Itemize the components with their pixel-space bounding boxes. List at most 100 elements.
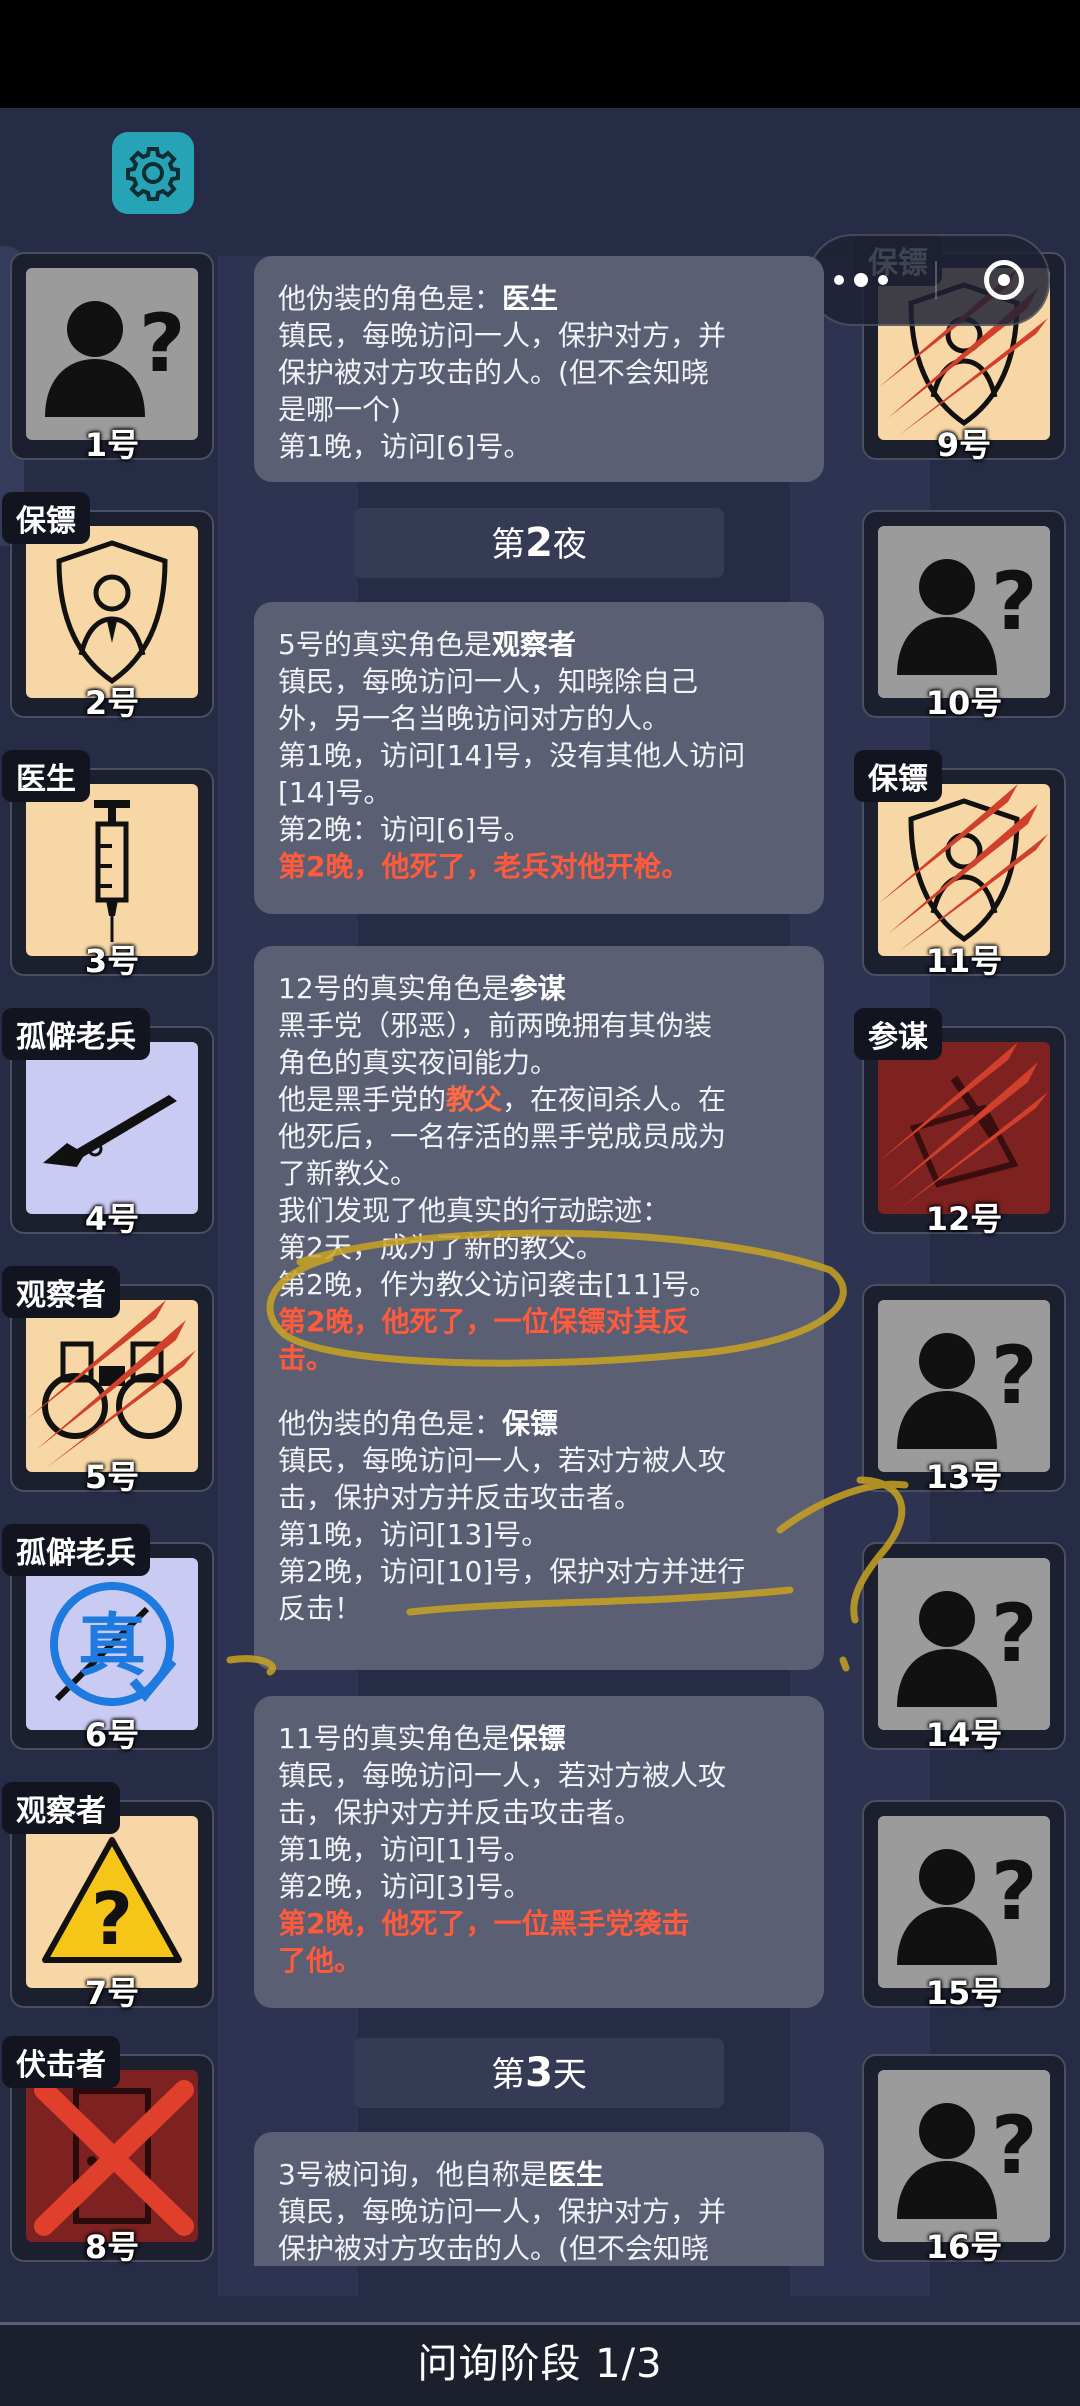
warning-icon: ? bbox=[42, 1837, 182, 1963]
player-card-13[interactable]: ? 13号 bbox=[862, 1284, 1066, 1496]
header-text: 天 bbox=[552, 2055, 587, 2095]
target-close-icon[interactable] bbox=[984, 260, 1025, 300]
log-line: 第2晚，访问[3]号。 bbox=[278, 1870, 532, 1903]
header-number: 2 bbox=[525, 520, 553, 566]
unknown-person-icon: ? bbox=[897, 1587, 1037, 1707]
log-line: 反击！ bbox=[278, 1592, 363, 1625]
log-line: ，在夜间杀人。在 bbox=[502, 1083, 727, 1116]
player-avatar: 真 bbox=[26, 1558, 198, 1730]
player-number: 12号 bbox=[925, 1200, 1003, 1238]
player-avatar: ? bbox=[26, 1816, 198, 1988]
log-line: [14]号。 bbox=[278, 776, 392, 809]
player-card-10[interactable]: ? 10号 bbox=[862, 510, 1066, 722]
role-name: 保镖 bbox=[502, 1407, 559, 1440]
player-avatar bbox=[26, 2070, 198, 2242]
syringe-icon bbox=[94, 800, 130, 942]
player-card-11[interactable]: 保镖 11号 bbox=[854, 750, 1066, 980]
player-number: 15号 bbox=[925, 1974, 1003, 2012]
log-line: 第1晚，访问[1]号。 bbox=[278, 1833, 532, 1866]
svg-text:?: ? bbox=[991, 1587, 1037, 1680]
player-avatar bbox=[878, 784, 1050, 956]
game-log[interactable]: 他伪装的角色是： 医生 镇民，每晚访问一人，保护对方，并 保护被对方攻击的人。(但… bbox=[254, 256, 826, 2266]
log-line: 了新教父。 bbox=[278, 1157, 419, 1190]
player-avatar: ? bbox=[878, 1300, 1050, 1472]
player-number: 5号 bbox=[84, 1458, 140, 1496]
log-line: 3号被问询，他自称是 bbox=[278, 2158, 548, 2191]
player-number: 7号 bbox=[84, 1974, 140, 2012]
log-line: 镇民，每晚访问一人，保护对方，并 bbox=[278, 319, 727, 352]
log-entry: 12号的真实角色是参谋 黑手党（邪恶），前两晚拥有其伪装 角色的真实夜间能力。 … bbox=[254, 946, 824, 1670]
unknown-person-icon: ? bbox=[897, 1329, 1037, 1449]
log-line: 镇民，每晚访问一人，知晓除自己 bbox=[278, 665, 699, 698]
role-name: 医生 bbox=[547, 2158, 604, 2191]
svg-text:?: ? bbox=[991, 555, 1037, 648]
log-entry: 11号的真实角色是保镖 镇民，每晚访问一人，若对方被人攻 击，保护对方并反击攻击… bbox=[254, 1696, 824, 2008]
log-line: 保护被对方攻击的人。(但不会知晓 bbox=[278, 356, 709, 389]
player-card-5[interactable]: 观察者 5号 bbox=[2, 1266, 214, 1496]
player-avatar: ? bbox=[878, 2070, 1050, 2242]
player-number: 2号 bbox=[84, 684, 140, 722]
player-card-3[interactable]: 医生 3号 bbox=[2, 750, 214, 980]
player-number: 16号 bbox=[925, 2228, 1003, 2266]
gear-icon bbox=[126, 147, 180, 201]
log-line: 我们发现了他真实的行动踪迹： bbox=[278, 1194, 671, 1227]
role-name: 观察者 bbox=[491, 628, 576, 661]
player-card-8[interactable]: 伏击者 8号 bbox=[2, 2036, 214, 2266]
role-highlight: 教父 bbox=[446, 1083, 503, 1116]
player-card-6[interactable]: 真 孤僻老兵 6号 bbox=[2, 1524, 214, 1754]
unknown-person-icon: ? bbox=[897, 1845, 1037, 1965]
death-notice: 第2晚，他死了，老兵对他开枪。 bbox=[278, 850, 690, 883]
player-avatar: ? bbox=[26, 268, 198, 440]
role-name: 保镖 bbox=[509, 1722, 566, 1755]
header-text: 夜 bbox=[552, 525, 587, 565]
death-notice: 第2晚，他死了，一位保镖对其反 bbox=[278, 1305, 690, 1338]
miniprogram-capsule bbox=[808, 234, 1050, 326]
log-entry: 他伪装的角色是：医生 镇民，每晚访问一人，保护对方，并 保护被对方攻击的人。(但… bbox=[254, 256, 824, 482]
player-number: 10号 bbox=[925, 684, 1003, 722]
phase-header: 第3天 bbox=[354, 2038, 724, 2108]
log-line: 第2晚，访问[10]号，保护对方并进行 bbox=[278, 1555, 746, 1588]
death-notice: 击。 bbox=[278, 1342, 335, 1375]
player-avatar: ? bbox=[878, 1558, 1050, 1730]
log-line: 保护被对方攻击的人。(但不会知晓 bbox=[278, 2232, 709, 2265]
unknown-person-icon: ? bbox=[897, 2099, 1037, 2219]
header-text: 第 bbox=[491, 525, 526, 565]
unknown-person-icon: ? bbox=[45, 297, 185, 417]
player-card-14[interactable]: ? 14号 bbox=[862, 1542, 1066, 1754]
shield-person-icon bbox=[56, 540, 168, 685]
log-line: 角色的真实夜间能力。 bbox=[278, 1046, 559, 1079]
player-card-4[interactable]: 孤僻老兵 4号 bbox=[2, 1008, 214, 1238]
player-card-7[interactable]: ? 观察者 7号 bbox=[2, 1782, 214, 2012]
player-card-1[interactable]: ? 1号 bbox=[10, 252, 214, 464]
svg-text:?: ? bbox=[139, 297, 185, 390]
player-avatar bbox=[26, 1300, 198, 1472]
player-avatar bbox=[26, 784, 198, 956]
player-avatar bbox=[878, 1042, 1050, 1214]
settings-button[interactable] bbox=[112, 132, 194, 214]
player-card-12[interactable]: 参谋 12号 bbox=[854, 1008, 1066, 1238]
log-line: 他伪装的角色是： bbox=[278, 1407, 503, 1440]
player-card-2[interactable]: 保镖 2号 bbox=[2, 492, 214, 722]
more-dots-icon[interactable] bbox=[833, 273, 888, 287]
player-avatar bbox=[26, 1042, 198, 1214]
death-notice: 了他。 bbox=[278, 1944, 363, 1977]
capsule-divider bbox=[934, 261, 937, 299]
claw-slash-icon bbox=[878, 1042, 1048, 1210]
role-tag: 保镖 bbox=[854, 750, 942, 802]
player-number: 14号 bbox=[925, 1716, 1003, 1754]
log-line: 镇民，每晚访问一人，保护对方，并 bbox=[278, 2195, 727, 2228]
player-number: 4号 bbox=[84, 1200, 140, 1238]
header-text: 第 bbox=[491, 2055, 526, 2095]
role-tag: 观察者 bbox=[2, 1266, 120, 1318]
player-avatar bbox=[26, 526, 198, 698]
player-card-15[interactable]: ? 15号 bbox=[862, 1800, 1066, 2012]
log-line: 击，保护对方并反击攻击者。 bbox=[278, 1481, 643, 1514]
player-number: 13号 bbox=[925, 1458, 1003, 1496]
phase-header: 第2夜 bbox=[354, 508, 724, 578]
log-line: 他是黑手党的 bbox=[278, 1083, 447, 1116]
player-card-16[interactable]: ? 16号 bbox=[862, 2054, 1066, 2266]
log-line: 他死后，一名存活的黑手党成员成为 bbox=[278, 1120, 727, 1153]
log-entry: 5号的真实角色是观察者 镇民，每晚访问一人，知晓除自己 外，另一名当晚访问对方的… bbox=[254, 602, 824, 914]
log-line: 12号的真实角色是 bbox=[278, 972, 510, 1005]
log-line: 外，另一名当晚访问对方的人。 bbox=[278, 702, 671, 735]
